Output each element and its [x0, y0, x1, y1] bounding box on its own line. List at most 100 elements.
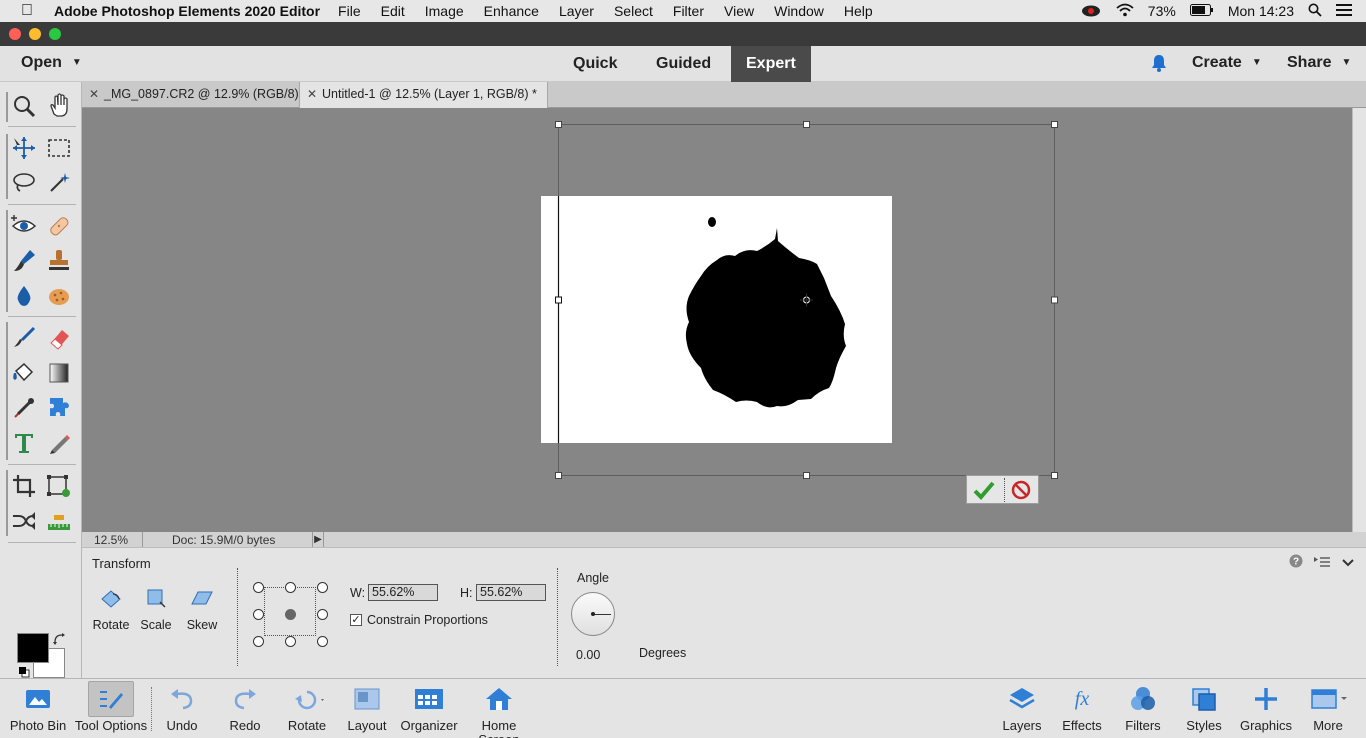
menu-image[interactable]: Image: [425, 3, 464, 19]
menu-view[interactable]: View: [724, 3, 754, 19]
zoom-tool-icon[interactable]: [10, 92, 38, 120]
vertical-scrollbar[interactable]: [1352, 108, 1366, 532]
open-menu-button[interactable]: Open ▼: [21, 54, 82, 72]
brush-tool-icon[interactable]: [10, 324, 38, 352]
scale-mode-button[interactable]: Scale: [134, 588, 178, 632]
reference-point-bottom-left[interactable]: [253, 636, 264, 647]
reference-point-middle-left[interactable]: [253, 609, 264, 620]
close-icon[interactable]: ✕: [89, 82, 99, 107]
red-eye-removal-icon[interactable]: [10, 212, 38, 240]
more-button[interactable]: More: [1305, 679, 1351, 738]
menu-window[interactable]: Window: [774, 3, 824, 19]
creative-cloud-icon[interactable]: [1080, 3, 1102, 20]
magic-wand-icon[interactable]: [45, 169, 73, 197]
doc-tab-untitled[interactable]: ✕ Untitled-1 @ 12.5% (Layer 1, RGB/8) *: [300, 82, 548, 108]
bell-icon[interactable]: [1150, 54, 1168, 77]
tab-quick[interactable]: Quick: [558, 46, 632, 82]
reference-point-bottom-right[interactable]: [317, 636, 328, 647]
filters-button[interactable]: Filters: [1121, 679, 1165, 738]
reference-point-middle-right[interactable]: [317, 609, 328, 620]
blur-tool-icon[interactable]: [10, 282, 38, 310]
angle-dial[interactable]: [571, 592, 615, 636]
wifi-icon[interactable]: [1116, 3, 1134, 20]
organizer-button[interactable]: Organizer: [400, 679, 458, 738]
app-name-menu[interactable]: Adobe Photoshop Elements 2020 Editor: [54, 3, 320, 19]
rectangular-marquee-icon[interactable]: [45, 134, 73, 162]
menu-help[interactable]: Help: [844, 3, 873, 19]
canvas-area[interactable]: [82, 108, 1352, 532]
close-window-button[interactable]: [9, 28, 21, 40]
menu-layer[interactable]: Layer: [559, 3, 594, 19]
recompose-tool-icon[interactable]: [45, 472, 73, 500]
reference-point-locator[interactable]: [253, 582, 328, 647]
photo-bin-button[interactable]: Photo Bin: [8, 679, 68, 738]
lasso-tool-icon[interactable]: [10, 169, 38, 197]
tool-options-button[interactable]: Tool Options: [74, 679, 148, 738]
help-icon[interactable]: ?: [1289, 554, 1307, 571]
redo-button[interactable]: Redo: [223, 679, 267, 738]
sponge-tool-icon[interactable]: [45, 282, 73, 310]
collapse-panel-chevron-icon[interactable]: [1342, 556, 1354, 571]
clone-stamp-icon[interactable]: [45, 247, 73, 275]
reference-point-top-left[interactable]: [253, 582, 264, 593]
content-aware-move-icon[interactable]: [10, 507, 38, 535]
rotate-button[interactable]: Rotate: [284, 679, 330, 738]
styles-button[interactable]: Styles: [1182, 679, 1226, 738]
crop-tool-icon[interactable]: [10, 472, 38, 500]
menu-edit[interactable]: Edit: [381, 3, 405, 19]
skew-mode-button[interactable]: Skew: [180, 588, 224, 632]
apple-icon[interactable]: : [0, 2, 54, 20]
zoom-window-button[interactable]: [49, 28, 61, 40]
foreground-color-swatch[interactable]: [17, 633, 49, 663]
notification-center-icon[interactable]: [1336, 3, 1352, 19]
width-field[interactable]: 55.62%: [368, 584, 438, 601]
effects-button[interactable]: fx Effects: [1060, 679, 1104, 738]
tab-expert[interactable]: Expert: [731, 46, 811, 82]
gradient-tool-icon[interactable]: [45, 359, 73, 387]
reference-point-bottom-center[interactable]: [285, 636, 296, 647]
zoom-level[interactable]: 12.5%: [94, 533, 128, 547]
menu-file[interactable]: File: [338, 3, 361, 19]
tab-guided[interactable]: Guided: [641, 46, 726, 82]
menu-filter[interactable]: Filter: [673, 3, 704, 19]
pencil-tool-icon[interactable]: [45, 429, 73, 457]
battery-icon[interactable]: [1189, 3, 1214, 19]
paint-bucket-icon[interactable]: [10, 359, 38, 387]
status-menu-arrow-icon[interactable]: ▶: [312, 532, 324, 547]
graphics-button[interactable]: Graphics: [1238, 679, 1294, 738]
spot-healing-brush-icon[interactable]: [45, 212, 73, 240]
custom-shape-icon[interactable]: [45, 394, 73, 422]
commit-transform-button[interactable]: [973, 480, 995, 503]
eyedropper-icon[interactable]: [10, 394, 38, 422]
default-colors-icon[interactable]: [18, 666, 30, 678]
straighten-tool-icon[interactable]: [45, 507, 73, 535]
home-screen-button[interactable]: Home Screen: [460, 679, 538, 738]
undo-button[interactable]: Undo: [160, 679, 204, 738]
hand-tool-icon[interactable]: [45, 92, 73, 120]
close-icon[interactable]: ✕: [307, 82, 317, 107]
reference-point-top-center[interactable]: [285, 582, 296, 593]
angle-value[interactable]: 0.00: [576, 648, 600, 662]
menu-enhance[interactable]: Enhance: [484, 3, 539, 19]
eraser-tool-icon[interactable]: [45, 324, 73, 352]
reference-point-center[interactable]: [285, 609, 296, 620]
transform-bounding-box[interactable]: [82, 108, 1352, 532]
height-field[interactable]: 55.62%: [476, 584, 546, 601]
reference-point-top-right[interactable]: [317, 582, 328, 593]
smart-brush-icon[interactable]: [10, 247, 38, 275]
constrain-proportions-checkbox[interactable]: ✓: [350, 614, 362, 626]
move-tool-icon[interactable]: [10, 134, 38, 162]
swap-colors-icon[interactable]: [53, 633, 65, 645]
share-menu-button[interactable]: Share ▼: [1287, 54, 1351, 72]
layout-button[interactable]: Layout: [345, 679, 389, 738]
spotlight-search-icon[interactable]: [1308, 3, 1322, 20]
panel-menu-icon[interactable]: [1314, 556, 1334, 571]
rotate-mode-button[interactable]: Rotate: [89, 588, 133, 632]
cancel-transform-button[interactable]: [1011, 480, 1031, 503]
clock[interactable]: Mon 14:23: [1228, 3, 1294, 19]
layers-button[interactable]: Layers: [1000, 679, 1044, 738]
minimize-window-button[interactable]: [29, 28, 41, 40]
create-menu-button[interactable]: Create ▼: [1192, 54, 1262, 72]
doc-tab-mg0897[interactable]: ✕ _MG_0897.CR2 @ 12.9% (RGB/8): [82, 82, 300, 108]
menu-select[interactable]: Select: [614, 3, 653, 19]
